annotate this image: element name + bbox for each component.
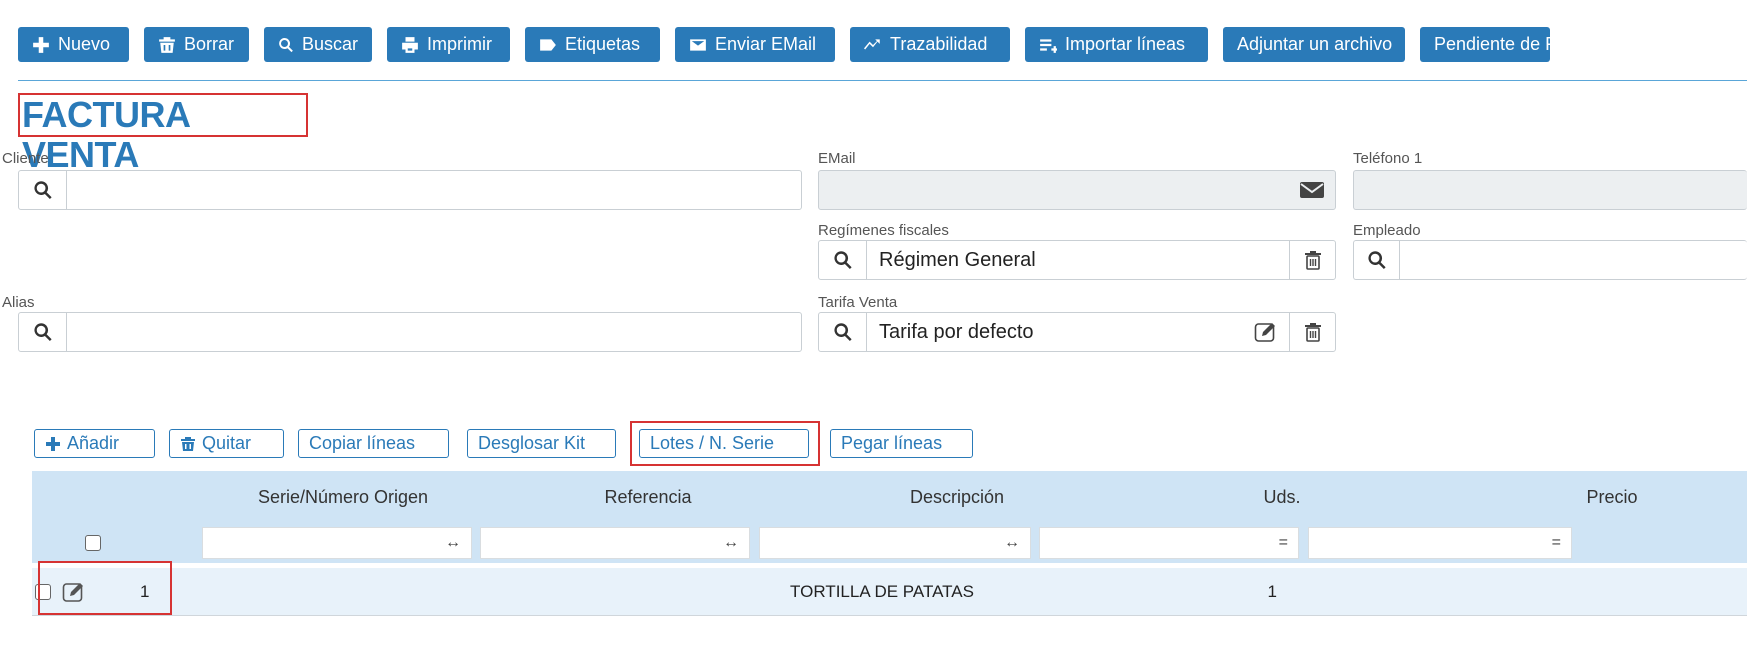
trash-icon[interactable] [1289, 241, 1335, 279]
column-header-uds[interactable]: Uds. [1182, 471, 1382, 523]
cell-referencia [480, 568, 750, 616]
print-button[interactable]: Imprimir [387, 27, 510, 62]
empleado-label: Empleado [1353, 222, 1421, 239]
search-button[interactable]: Buscar [264, 27, 372, 62]
send-email-button[interactable]: Enviar EMail [675, 27, 835, 62]
delete-button[interactable]: Borrar [144, 27, 249, 62]
tarifa-field[interactable]: Tarifa por defecto [818, 312, 1336, 352]
tarifa-value[interactable]: Tarifa por defecto [867, 321, 1243, 344]
copy-lines-button[interactable]: Copiar líneas [298, 429, 449, 458]
cell-uds: 1 [1267, 582, 1277, 601]
cell-precio [1308, 568, 1572, 616]
explode-kit-button[interactable]: Desglosar Kit [467, 429, 616, 458]
plus-icon [33, 36, 49, 53]
table-row[interactable]: 1 TORTILLA DE PATATAS 1 [32, 568, 1747, 616]
import-lines-button[interactable]: Importar líneas [1025, 27, 1208, 62]
traceability-button-label: Trazabilidad [890, 34, 988, 54]
search-icon [279, 37, 293, 52]
trash-icon [159, 36, 175, 53]
cell-serie [202, 568, 472, 616]
filter-serie[interactable]: ↔ [202, 527, 472, 559]
search-icon[interactable] [19, 313, 67, 351]
regimenes-value[interactable]: Régimen General [867, 249, 1289, 272]
search-icon[interactable] [1354, 241, 1400, 279]
paste-lines-button[interactable]: Pegar líneas [830, 429, 973, 458]
remove-line-label: Quitar [202, 433, 252, 453]
send-email-button-label: Enviar EMail [715, 34, 817, 54]
traceability-button[interactable]: Trazabilidad [850, 27, 1010, 62]
search-button-label: Buscar [301, 34, 358, 54]
trash-icon [181, 436, 195, 451]
explode-kit-label: Desglosar Kit [478, 433, 586, 453]
search-icon[interactable] [819, 313, 867, 351]
copy-lines-label: Copiar líneas [309, 433, 416, 453]
cliente-field[interactable] [18, 170, 802, 210]
mail-icon [690, 38, 706, 51]
import-lines-button-label: Importar líneas [1065, 34, 1186, 54]
telefono-label: Teléfono 1 [1353, 150, 1423, 167]
edit-icon[interactable] [1243, 313, 1289, 351]
labels-button[interactable]: Etiquetas [525, 27, 660, 62]
alias-label: Alias [2, 294, 35, 311]
pending-button[interactable]: Pendiente de F [1420, 27, 1550, 62]
search-icon[interactable] [19, 171, 67, 209]
delete-button-label: Borrar [184, 34, 235, 54]
page-title: FACTURA VENTA [18, 93, 308, 175]
labels-button-label: Etiquetas [565, 34, 641, 54]
add-line-label: Añadir [67, 433, 120, 453]
attach-file-button[interactable]: Adjuntar un archivo [1223, 27, 1405, 62]
row-highlight [38, 561, 172, 615]
filter-precio[interactable]: = [1308, 527, 1572, 559]
import-icon [1040, 38, 1057, 53]
new-button-label: Nuevo [58, 34, 111, 54]
cliente-label: Cliente [2, 150, 49, 167]
attach-file-button-label: Adjuntar un archivo [1237, 34, 1393, 54]
alias-field[interactable] [18, 312, 802, 352]
email-field[interactable] [818, 170, 1336, 210]
envelope-icon[interactable] [1289, 171, 1335, 209]
grid-header: Serie/Número Origen Referencia Descripci… [32, 471, 1747, 523]
remove-line-button[interactable]: Quitar [169, 429, 284, 458]
add-line-button[interactable]: Añadir [34, 429, 155, 458]
cell-descripcion: TORTILLA DE PATATAS [790, 582, 974, 601]
pending-button-label: Pendiente de F [1434, 34, 1550, 54]
main-toolbar: Nuevo Borrar Buscar Imprimir Etiquetas E… [18, 27, 1550, 62]
column-header-precio[interactable]: Precio [1482, 471, 1742, 523]
email-label: EMail [818, 150, 856, 167]
trend-icon [864, 38, 880, 49]
regimenes-label: Regímenes fiscales [818, 222, 949, 239]
empleado-field[interactable] [1353, 240, 1747, 280]
toolbar-divider [18, 80, 1747, 81]
trash-icon[interactable] [1289, 313, 1335, 351]
column-header-serie[interactable]: Serie/Número Origen [202, 471, 484, 523]
column-header-descripcion[interactable]: Descripción [822, 471, 1092, 523]
paste-lines-label: Pegar líneas [841, 433, 943, 453]
filter-descripcion[interactable]: ↔ [759, 527, 1031, 559]
column-header-referencia[interactable]: Referencia [509, 471, 787, 523]
regimenes-field[interactable]: Régimen General [818, 240, 1336, 280]
new-button[interactable]: Nuevo [18, 27, 129, 62]
filter-uds[interactable]: = [1039, 527, 1299, 559]
select-all-checkbox[interactable] [85, 535, 101, 551]
print-icon [402, 36, 418, 53]
lots-serial-highlight [630, 421, 820, 466]
tarifa-label: Tarifa Venta [818, 294, 898, 311]
grid-filter-row: ↔ ↔ ↔ = = [32, 523, 1747, 563]
tag-icon [540, 38, 556, 51]
search-icon[interactable] [819, 241, 867, 279]
plus-icon [46, 436, 60, 451]
print-button-label: Imprimir [427, 34, 492, 54]
telefono-field[interactable] [1353, 170, 1747, 210]
filter-referencia[interactable]: ↔ [480, 527, 750, 559]
